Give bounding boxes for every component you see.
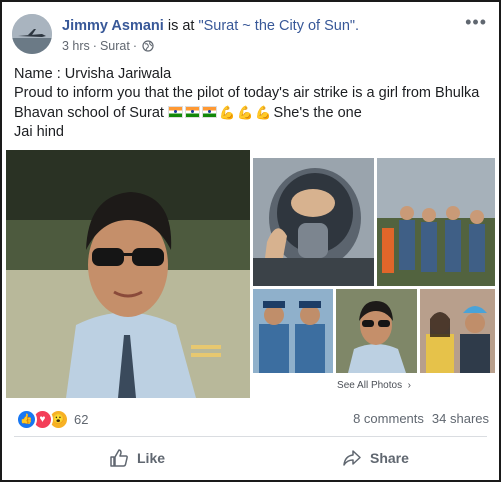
post-actions: Like Share xyxy=(2,438,499,478)
post-line-3: Bhavan school of Surat 💪 💪 💪 She's the one xyxy=(14,103,488,123)
india-flag-emoji xyxy=(167,106,183,118)
chevron-right-icon: › xyxy=(404,380,411,391)
photo-two-pilots[interactable] xyxy=(253,289,333,373)
photo-grid: See All Photos › xyxy=(2,150,499,400)
photo-pilot-small[interactable] xyxy=(336,289,417,373)
avatar[interactable] xyxy=(12,14,52,54)
post-text: Name : Urvisha Jariwala Proud to inform … xyxy=(14,65,488,142)
globe-icon[interactable] xyxy=(142,40,154,52)
flexed-biceps-emoji: 💪 xyxy=(237,105,254,120)
thumbs-up-icon xyxy=(110,449,128,467)
see-all-photos-link[interactable]: See All Photos › xyxy=(253,376,495,396)
post-line-1: Name : Urvisha Jariwala xyxy=(14,66,172,82)
like-reaction-icon: 👍 xyxy=(16,409,37,430)
checkin-connector: is at xyxy=(167,18,195,34)
photo-group[interactable] xyxy=(377,158,495,286)
post-line-3a: Bhavan school of Surat xyxy=(14,105,164,121)
post-line-2: Proud to inform you that the pilot of to… xyxy=(14,85,480,101)
flexed-biceps-emoji: 💪 xyxy=(255,105,272,120)
post-card: Jimmy Asmani is at "Surat ~ the City of … xyxy=(0,0,501,482)
share-arrow-icon xyxy=(343,450,361,466)
divider xyxy=(14,436,487,437)
like-label: Like xyxy=(137,450,166,466)
post-time[interactable]: 3 hrs xyxy=(62,39,90,53)
post-header: Jimmy Asmani is at "Surat ~ the City of … xyxy=(2,2,499,64)
like-button[interactable]: Like xyxy=(109,438,165,478)
share-label: Share xyxy=(370,450,409,466)
reaction-count: 62 xyxy=(74,412,89,427)
author-name[interactable]: Jimmy Asmani xyxy=(62,18,164,34)
india-flag-emoji xyxy=(184,106,200,118)
meta-separator-2: · xyxy=(132,39,138,53)
avatar-image xyxy=(12,14,52,54)
flexed-biceps-emoji: 💪 xyxy=(218,105,236,120)
post-line-4: Jai hind xyxy=(14,124,64,140)
share-button[interactable]: Share xyxy=(342,438,409,478)
comments-count[interactable]: 8 comments xyxy=(353,411,424,426)
india-flag-emoji xyxy=(201,106,217,118)
engagement-counts: 8 comments 34 shares xyxy=(353,411,489,426)
shares-count[interactable]: 34 shares xyxy=(432,411,489,426)
more-icon[interactable]: ••• xyxy=(465,12,487,33)
checkin-location[interactable]: "Surat ~ the City of Sun". xyxy=(198,18,359,34)
post-line-3b: She's the one xyxy=(273,105,362,121)
photo-pilot-portrait[interactable] xyxy=(6,150,250,398)
post-stats: 👍 ♥ 😮 62 8 comments 34 shares xyxy=(2,402,499,434)
reactions-summary[interactable]: 👍 ♥ 😮 62 xyxy=(16,409,88,430)
post-place[interactable]: Surat xyxy=(100,39,130,53)
author-line: Jimmy Asmani is at "Surat ~ the City of … xyxy=(62,18,359,34)
photo-couple[interactable] xyxy=(420,289,495,373)
see-all-label: See All Photos xyxy=(337,380,403,391)
photo-pilot-helmet[interactable] xyxy=(253,158,374,286)
meta-separator: · xyxy=(92,39,97,53)
post-meta: 3 hrs · Surat · xyxy=(62,39,154,53)
